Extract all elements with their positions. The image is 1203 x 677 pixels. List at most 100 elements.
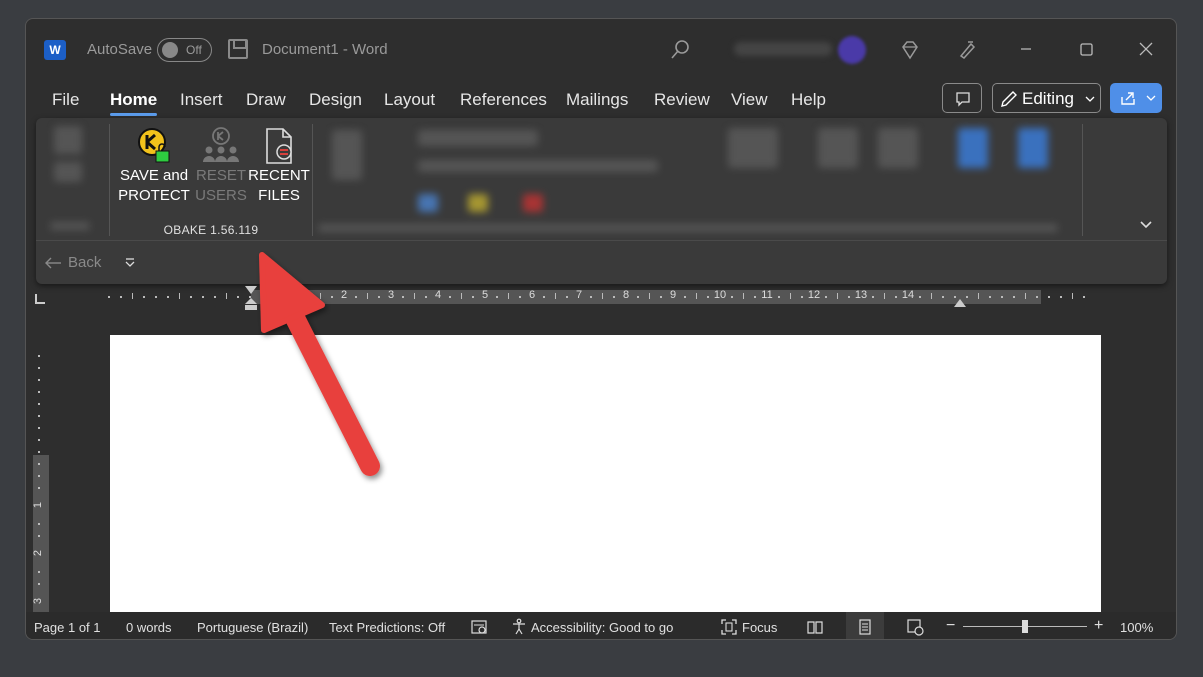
chevron-down-icon [1146,95,1156,101]
ruler-mark [190,296,193,298]
ruler-mark [202,296,204,298]
tab-review[interactable]: Review [654,90,710,110]
vertical-ruler-mark [38,367,40,369]
document-page[interactable] [110,335,1101,613]
ruler-mark [730,296,733,298]
comments-button[interactable] [942,83,982,113]
ruler-mark [918,296,921,298]
reset-users-button[interactable]: RESET USERS [194,126,248,206]
ruler-mark [848,296,851,298]
ruler-mark [695,293,697,299]
vertical-ruler-mark [38,523,40,525]
diamond-icon[interactable] [899,39,921,61]
page-count[interactable]: Page 1 of 1 [34,620,101,635]
vertical-ruler-mark [38,355,40,357]
autosave-state: Off [186,43,202,57]
collapse-ribbon-icon[interactable] [1138,216,1154,232]
ruler-mark [636,296,639,298]
quick-access-bar: Back [36,240,1167,284]
ruler-mark [166,296,169,298]
tab-view[interactable]: View [731,90,768,110]
ruler-text-area [251,290,1041,304]
minimize-icon[interactable] [1014,37,1038,61]
recent-files-line2: FILES [258,187,300,204]
tab-help[interactable]: Help [791,90,826,110]
ruler-mark [507,293,509,299]
search-icon[interactable] [669,39,691,61]
tab-home[interactable]: Home [110,90,158,116]
ruler-mark [260,296,263,298]
accessibility-icon[interactable] [510,618,528,636]
recent-files-button[interactable]: RECENT FILES [248,126,310,206]
blurred-clipboard-group [36,118,106,242]
ruler-mark [131,293,133,299]
accessibility-status[interactable]: Accessibility: Good to go [531,620,673,635]
save-and-protect-button[interactable]: SAVE and PROTECT [116,126,192,206]
save-protect-line2: PROTECT [118,187,190,204]
pen-icon[interactable] [956,39,978,61]
comment-icon [956,92,970,107]
ruler-mark [883,293,885,299]
vertical-ruler-mark [38,415,40,417]
close-icon[interactable] [1134,37,1158,61]
ruler-number: 11 [761,289,773,301]
autosave-toggle[interactable]: Off [157,38,212,62]
vertical-ruler-mark [38,427,40,429]
ruler-number: 14 [901,289,915,301]
word-app-icon: W [44,40,66,60]
ruler-mark [683,296,686,298]
avatar[interactable] [838,36,866,64]
tab-layout[interactable]: Layout [384,90,435,110]
hanging-indent-marker[interactable] [244,297,258,311]
ruler-number: 13 [854,289,868,301]
vertical-ruler-mark [38,571,40,573]
focus-label[interactable]: Focus [742,620,777,635]
vertical-ruler[interactable]: 1 2 3 [30,339,49,615]
tab-mailings[interactable]: Mailings [566,90,628,110]
ruler-number: 9 [669,289,677,301]
ruler-mark [895,296,898,298]
tab-file[interactable]: File [52,90,79,110]
save-icon[interactable] [228,39,248,59]
vertical-ruler-mark [38,487,40,489]
share-button[interactable] [1110,83,1162,113]
right-indent-marker[interactable] [953,298,967,308]
read-mode-icon[interactable] [806,618,824,636]
tab-references[interactable]: References [460,90,547,110]
account-name-blurred[interactable] [734,42,832,56]
language-indicator[interactable]: Portuguese (Brazil) [197,620,308,635]
first-line-indent-marker[interactable] [244,285,258,295]
print-layout-icon[interactable] [856,618,874,636]
arrow-left-icon [45,257,61,269]
zoom-in-button[interactable]: + [1094,617,1103,635]
tab-insert[interactable]: Insert [180,90,223,110]
ruler-number: 8 [622,289,630,301]
ruler-mark [789,293,791,299]
title-bar: W AutoSave Off Document1 - Word [26,19,1176,81]
document-title: Document1 - Word [262,41,388,58]
word-count[interactable]: 0 words [126,620,172,635]
ruler-mark [155,296,157,298]
text-predictions[interactable]: Text Predictions: Off [329,620,445,635]
zoom-out-button[interactable]: − [946,617,955,635]
ruler-mark [366,293,368,299]
recent-files-line1: RECENT [248,167,310,184]
tab-design[interactable]: Design [309,90,362,110]
customize-qat-icon[interactable] [124,257,136,269]
focus-icon[interactable] [720,618,738,636]
tab-draw[interactable]: Draw [246,90,286,110]
vertical-ruler-number: 2 [32,549,45,557]
vertical-ruler-mark [38,379,40,381]
back-label: Back [68,254,102,271]
track-changes-icon[interactable] [470,618,488,636]
back-button[interactable]: Back [44,254,101,271]
zoom-slider-thumb[interactable] [1022,620,1028,633]
vertical-ruler-mark [38,391,40,393]
reset-users-line2: USERS [195,187,247,204]
maximize-icon[interactable] [1074,37,1098,61]
web-layout-icon[interactable] [906,618,924,636]
ruler-number: 5 [481,289,489,301]
tab-selector[interactable] [35,294,45,304]
zoom-level[interactable]: 100% [1120,620,1153,635]
editing-mode-button[interactable]: Editing [992,83,1101,113]
